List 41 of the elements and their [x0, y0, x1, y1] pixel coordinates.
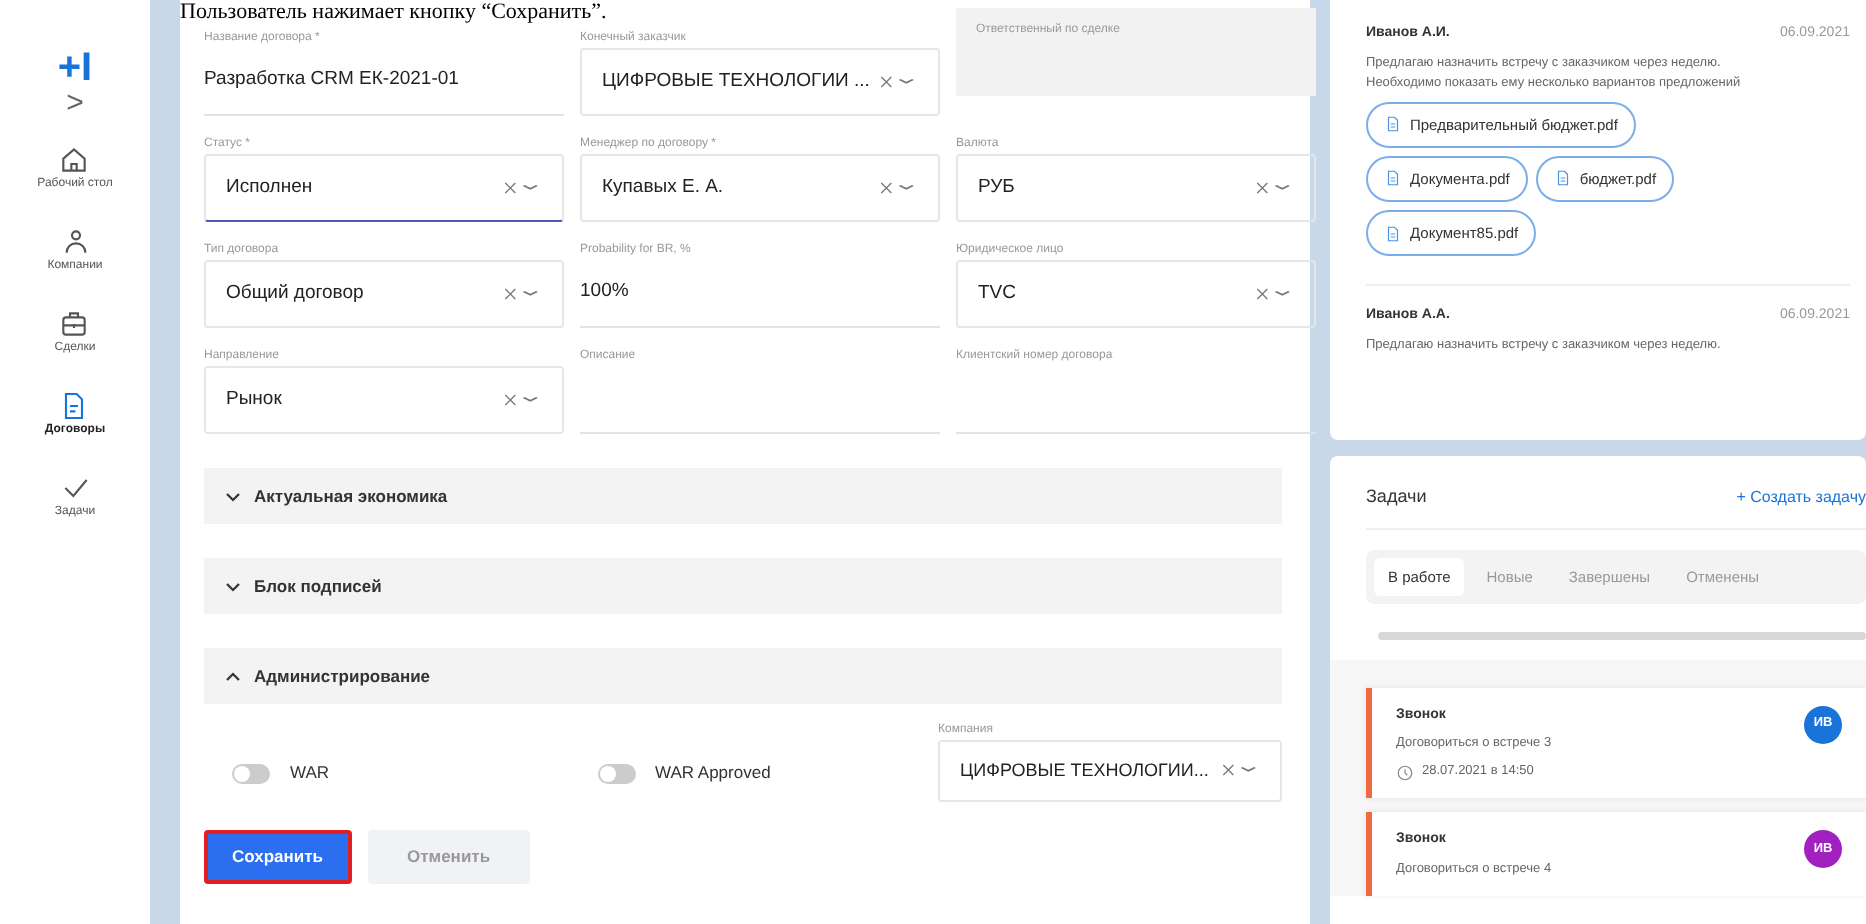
toggle-label: WAR: [290, 760, 330, 786]
section-header[interactable]: Блок подписей: [204, 558, 1282, 614]
expand-button[interactable]: >: [66, 88, 84, 120]
select-field[interactable]: ЦИФРОВЫЕ ТЕХНОЛОГИИ ...: [580, 48, 940, 116]
document-icon: [1553, 168, 1572, 189]
clear-chevron-icon: [1254, 283, 1294, 304]
select-field[interactable]: Общий договор: [204, 260, 564, 328]
select-field[interactable]: TVC: [956, 260, 1316, 328]
select-field[interactable]: РУБ: [956, 154, 1316, 222]
section-header[interactable]: Администрирование: [204, 648, 1282, 704]
clear-chevron-icon: [878, 177, 918, 198]
save-button[interactable]: Сохранить: [204, 830, 352, 884]
section-header[interactable]: Актуальная экономика: [204, 468, 1282, 524]
document-icon: [1384, 168, 1402, 189]
clear-chevron-icon: [1254, 177, 1294, 198]
toggle-label: WAR Approved: [655, 760, 771, 786]
clear-chevron-icon: [878, 71, 918, 92]
toggle-switch[interactable]: [232, 763, 270, 784]
input-field[interactable]: 100%: [580, 260, 940, 328]
clock-icon: [1396, 763, 1414, 782]
logo: +I: [57, 48, 93, 88]
clear-chevron-icon: [502, 389, 542, 410]
chevron-down-icon: [224, 487, 242, 505]
caption-text: Пользователь нажимает кнопку “Сохранить”.: [180, 0, 607, 24]
clear-chevron-icon: [1220, 760, 1260, 781]
toggle-switch[interactable]: [597, 763, 635, 784]
document-icon: [1384, 114, 1402, 135]
chevron-up-icon: [224, 667, 242, 685]
select-field[interactable]: Купавых Е. А.: [580, 154, 940, 222]
create-task-link[interactable]: + Создать задачу: [1736, 485, 1866, 510]
tasks-title: Задачи: [1366, 484, 1427, 510]
input-field[interactable]: Разработка CRM ЕК-2021-01: [204, 48, 564, 116]
document-icon: [1384, 223, 1402, 244]
select-field[interactable]: Рынок: [204, 366, 564, 434]
chevron-down-icon: [224, 577, 242, 595]
select-field[interactable]: ЦИФРОВЫЕ ТЕХНОЛОГИИ...: [938, 740, 1282, 802]
briefcase-icon: [58, 308, 91, 340]
home-icon: [58, 144, 91, 176]
select-field[interactable]: Исполнен: [204, 154, 564, 222]
clear-chevron-icon: [502, 177, 542, 198]
clear-chevron-icon: [502, 283, 542, 304]
